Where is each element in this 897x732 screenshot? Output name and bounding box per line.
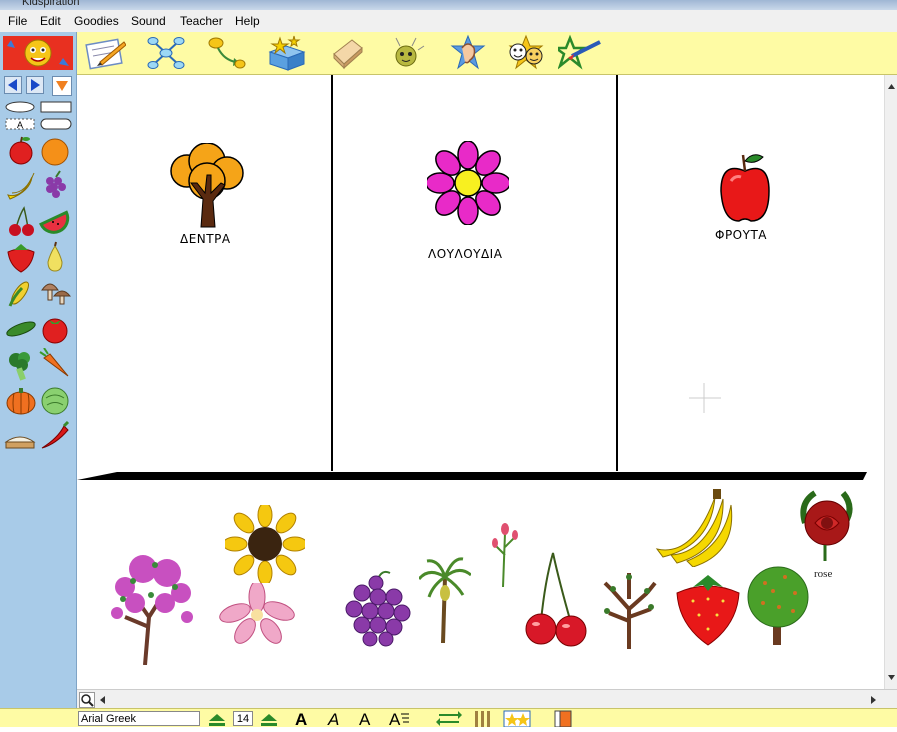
text-align-icon[interactable]: A	[388, 709, 410, 729]
strawberry-picture[interactable]	[673, 573, 743, 647]
menu-bar: File Edit Goodies Sound Teacher Help	[0, 10, 897, 33]
pie-symbol-icon[interactable]	[4, 420, 38, 454]
zoom-icon[interactable]	[79, 692, 95, 708]
mushrooms-symbol-icon[interactable]	[38, 276, 72, 310]
text-shape-button[interactable]: A	[5, 117, 35, 130]
window-title: Kidspiration	[22, 0, 80, 8]
font-name-field[interactable]: Arial Greek	[78, 711, 200, 726]
carrot-symbol-icon[interactable]	[38, 347, 72, 382]
flower-category-icon[interactable]	[425, 140, 511, 226]
scroll-right-arrow-icon[interactable]	[867, 693, 879, 705]
font-size-field[interactable]: 14	[233, 711, 253, 726]
menu-goodies[interactable]: Goodies	[74, 14, 119, 28]
sunflower-picture[interactable]	[222, 502, 308, 586]
paintbrush-icon[interactable]	[552, 34, 601, 72]
rose-picture[interactable]	[795, 483, 857, 561]
network-map-icon[interactable]	[146, 34, 186, 72]
rounded-rect-shape-button[interactable]	[40, 117, 72, 130]
strawberry-symbol-icon[interactable]	[4, 240, 38, 274]
rectangle-shape-button[interactable]	[40, 100, 72, 113]
grapes-picture[interactable]	[342, 567, 412, 657]
faces-icon[interactable]	[504, 34, 544, 72]
lettuce-symbol-icon[interactable]	[38, 384, 72, 418]
menu-help[interactable]: Help	[235, 14, 260, 28]
font-increase-icon[interactable]	[258, 711, 280, 727]
oval-shape-button[interactable]	[5, 100, 35, 113]
italic-text-icon[interactable]: A	[325, 709, 345, 729]
shelf-line	[77, 472, 867, 480]
svg-text:A: A	[295, 710, 307, 727]
scroll-left-arrow-icon[interactable]	[97, 693, 109, 705]
svg-text:A: A	[359, 710, 371, 727]
menu-file[interactable]: File	[8, 14, 27, 28]
chili-pepper-symbol-icon[interactable]	[38, 420, 72, 454]
ear-icon[interactable]	[448, 34, 488, 72]
cherries-picture[interactable]	[523, 551, 589, 649]
category-label-flowers[interactable]: ΛΟΥΛΟΥΔΙΑ	[428, 247, 502, 261]
window-titlebar: Kidspiration	[0, 0, 897, 10]
lily-picture[interactable]	[217, 580, 297, 645]
prev-page-button[interactable]	[4, 76, 22, 94]
grapes-symbol-icon[interactable]	[38, 169, 72, 203]
menu-teacher[interactable]: Teacher	[180, 14, 223, 28]
column-lines-icon[interactable]	[472, 710, 492, 727]
tulip-stem-picture[interactable]	[487, 515, 523, 588]
formatting-bar: Arial Greek 14 A A A A	[0, 708, 897, 729]
menu-sound[interactable]: Sound	[131, 14, 166, 28]
symbol-stars-icon[interactable]	[503, 710, 531, 728]
menu-edit[interactable]: Edit	[40, 14, 61, 28]
text-color-icon[interactable]: A	[356, 709, 376, 729]
apple-symbol-icon[interactable]	[4, 134, 38, 168]
svg-text:A: A	[389, 710, 401, 727]
symbol-library-sidebar: A	[0, 32, 77, 708]
rose-caption: rose	[814, 568, 833, 580]
bare-tree-picture[interactable]	[599, 569, 661, 649]
cherries-symbol-icon[interactable]	[4, 204, 38, 238]
orange-symbol-icon[interactable]	[38, 134, 72, 168]
swap-arrows-icon[interactable]	[436, 709, 462, 727]
pear-symbol-icon[interactable]	[38, 240, 72, 274]
banana-symbol-icon[interactable]	[4, 169, 38, 203]
category-label-trees[interactable]: ΔΕΝΤΡΑ	[180, 232, 231, 246]
library-menu-button[interactable]	[52, 76, 72, 96]
symbol-box-icon[interactable]	[266, 34, 306, 72]
apple-category-icon[interactable]	[717, 151, 773, 223]
watermelon-symbol-icon[interactable]	[38, 204, 72, 238]
corn-symbol-icon[interactable]	[4, 276, 38, 310]
link-arrow-icon[interactable]	[206, 34, 246, 72]
pumpkin-symbol-icon[interactable]	[4, 384, 38, 418]
fill-color-icon[interactable]	[554, 710, 572, 728]
blossom-tree-picture[interactable]	[105, 547, 195, 666]
main-toolbar	[76, 32, 897, 75]
category-label-fruits[interactable]: ΦΡΟΥΤΑ	[715, 228, 767, 242]
svg-text:A: A	[327, 710, 339, 727]
tree-category-icon[interactable]	[167, 142, 247, 228]
vertical-scrollbar[interactable]	[884, 75, 897, 689]
kidspiration-logo-icon[interactable]	[3, 36, 73, 70]
cucumber-symbol-icon[interactable]	[4, 312, 38, 346]
broccoli-symbol-icon[interactable]	[4, 348, 38, 382]
next-page-button[interactable]	[26, 76, 44, 94]
bee-icon[interactable]	[388, 34, 428, 72]
tomato-symbol-icon[interactable]	[38, 312, 72, 346]
bold-text-icon[interactable]: A	[292, 709, 312, 729]
bananas-picture[interactable]	[653, 485, 737, 568]
svg-text:A: A	[17, 120, 23, 130]
notepad-pencil-icon[interactable]	[84, 34, 127, 72]
horizontal-scrollbar[interactable]	[77, 689, 897, 709]
diagram-canvas[interactable]: ΔΕΝΤΡΑ ΛΟΥΛΟΥΔΙΑ ΦΡΟΥΤΑ rose	[77, 75, 884, 689]
leafy-tree-picture[interactable]	[745, 563, 811, 645]
palm-tree-picture[interactable]	[417, 557, 472, 644]
eraser-icon[interactable]	[328, 34, 368, 72]
font-decrease-icon[interactable]	[206, 711, 228, 727]
